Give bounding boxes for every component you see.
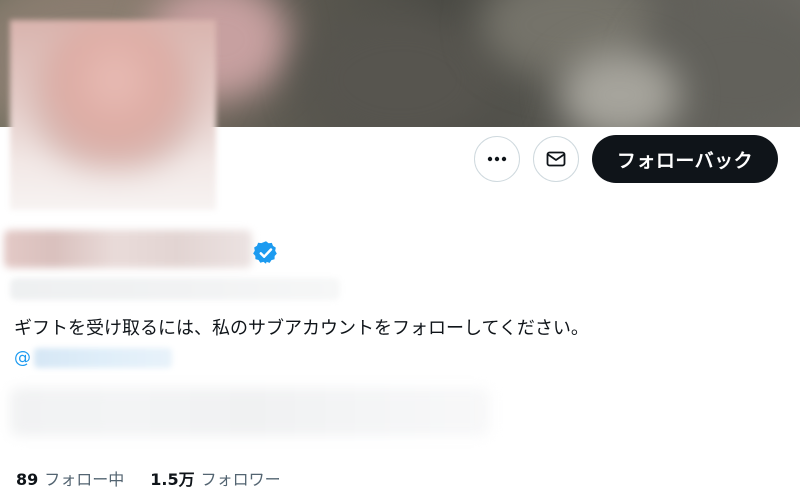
message-button[interactable] — [533, 136, 579, 182]
following-label: フォロー中 — [44, 470, 125, 489]
follow-stats: 89 フォロー中 1.5万 フォロワー — [16, 466, 307, 490]
display-name — [4, 230, 252, 268]
followers-link[interactable]: 1.5万 フォロワー — [150, 466, 280, 490]
verified-badge-icon[interactable] — [253, 240, 279, 266]
avatar[interactable] — [10, 20, 216, 210]
more-horizontal-icon — [487, 156, 507, 162]
envelope-icon — [546, 151, 566, 167]
more-button[interactable] — [474, 136, 520, 182]
follow-back-button[interactable]: フォローバック — [592, 135, 778, 183]
following-link[interactable]: 89 フォロー中 — [16, 466, 124, 490]
followers-count: 1.5万 — [150, 470, 195, 489]
followers-label: フォロワー — [200, 470, 281, 489]
profile-page: フォローバック ギフトを受け取るには、私のサブアカウントをフォローしてください。… — [0, 0, 800, 496]
follow-back-label: フォローバック — [616, 149, 754, 172]
user-handle — [10, 278, 340, 300]
profile-meta — [10, 388, 490, 436]
profile-bio: ギフトを受け取るには、私のサブアカウントをフォローしてください。 — [14, 318, 589, 339]
following-count: 89 — [16, 470, 39, 489]
avatar-face — [30, 20, 200, 170]
mention-link[interactable] — [34, 348, 172, 368]
mention-at-sign[interactable]: @ — [14, 346, 31, 370]
